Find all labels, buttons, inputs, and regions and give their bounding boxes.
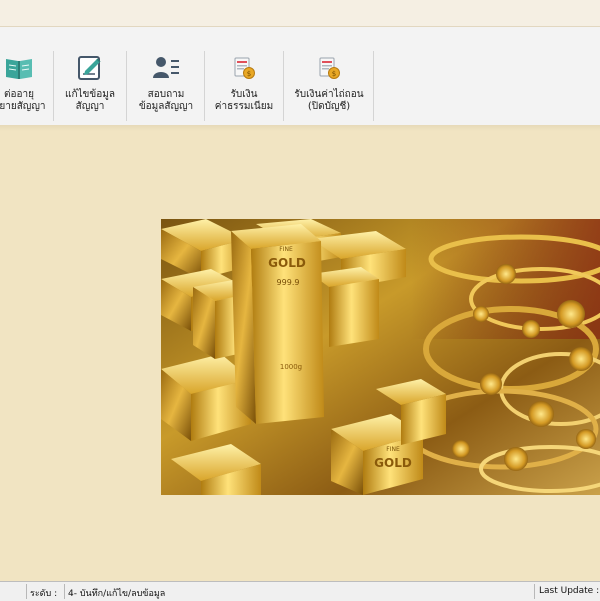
edit-contract-label-2: สัญญา xyxy=(75,101,105,112)
last-update-label: Last Update : xyxy=(539,586,600,596)
edit-contract-label-1: แก้ไขข้อมูล xyxy=(65,89,115,100)
toolbar-separator xyxy=(53,51,54,121)
gold-banner-image: FINE GOLD 999.9 1000g FINE GOLD xyxy=(161,219,600,495)
toolbar-separator xyxy=(126,51,127,121)
edit-document-icon xyxy=(75,53,105,83)
bar-weight: 1000g xyxy=(280,363,302,371)
svg-text:$: $ xyxy=(332,70,336,78)
toolbar-separator xyxy=(373,51,374,121)
receive-fee-label-1: รับเงิน xyxy=(230,89,258,100)
inquire-contract-label-1: สอบถาม xyxy=(147,89,185,100)
level-label: ระดับ : xyxy=(30,589,58,599)
level-value: 4- บันทึก/แก้ไข/ลบข้อมูล xyxy=(68,589,166,599)
toolbar-separator xyxy=(283,51,284,121)
open-book-icon xyxy=(4,53,34,83)
bar-stamp-purity: 999.9 xyxy=(277,278,300,287)
status-separator xyxy=(64,584,65,599)
toolbar-separator xyxy=(204,51,205,121)
renew-contract-label-2: ขยายสัญญา xyxy=(0,101,46,112)
edit-contract-button[interactable]: แก้ไขข้อมูล สัญญา xyxy=(56,53,124,123)
inquire-contract-label-2: ข้อมูลสัญญา xyxy=(138,101,194,112)
renew-contract-button[interactable]: ต่ออายุ ขยายสัญญา xyxy=(0,53,60,123)
status-separator xyxy=(534,584,535,599)
renew-contract-label-1: ต่ออายุ xyxy=(4,89,34,100)
status-separator xyxy=(26,584,27,599)
toolbar-shadow xyxy=(0,125,600,131)
user-list-icon xyxy=(151,53,181,83)
lower-bar-stamp-fine: FINE xyxy=(386,446,400,453)
lower-bar-stamp-gold: GOLD xyxy=(374,456,412,470)
bar-stamp-gold: GOLD xyxy=(268,256,306,270)
receive-fee-label-2: ค่าธรรมเนียม xyxy=(214,101,274,112)
receive-redemption-label-2: (ปิดบัญชี) xyxy=(307,101,351,112)
status-bar: ระดับ : 4- บันทึก/แก้ไข/ลบข้อมูล Last Up… xyxy=(0,581,600,601)
toolbar: ต่ออายุ ขยายสัญญา แก้ไขข้อมูล สัญญา xyxy=(0,27,600,126)
receive-redemption-button[interactable]: $ รับเงินค่าไถ่ถอน (ปิดบัญชี) xyxy=(286,53,372,123)
receipt-coin-icon: $ xyxy=(229,53,259,83)
receive-fee-button[interactable]: $ รับเงิน ค่าธรรมเนียม xyxy=(208,53,280,123)
receive-redemption-label-1: รับเงินค่าไถ่ถอน xyxy=(294,89,364,100)
receipt-coin-icon: $ xyxy=(314,53,344,83)
inquire-contract-button[interactable]: สอบถาม ข้อมูลสัญญา xyxy=(130,53,202,123)
svg-text:$: $ xyxy=(247,70,251,78)
title-strip xyxy=(0,0,600,27)
bar-stamp-fine: FINE xyxy=(279,246,293,253)
